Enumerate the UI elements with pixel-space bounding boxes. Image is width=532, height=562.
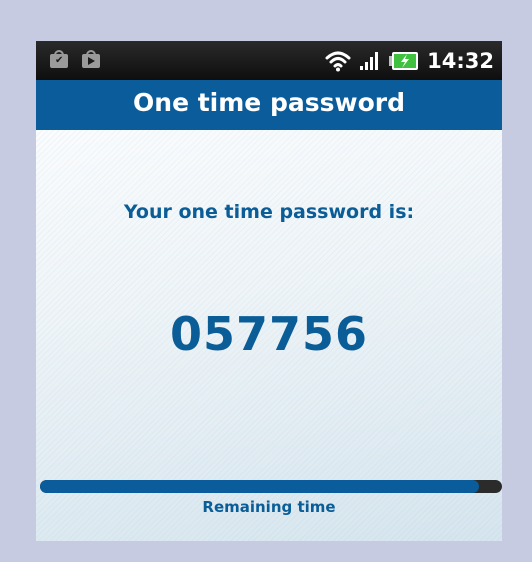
- status-bar: ✔ 14:32: [36, 41, 502, 80]
- battery-charging-icon: [389, 51, 419, 70]
- otp-content: Your one time password is: 057756 Remain…: [36, 130, 502, 541]
- shopping-bag-play-icon: [82, 50, 100, 68]
- shopping-bag-check-icon: ✔: [50, 50, 68, 68]
- status-clock: 14:32: [427, 48, 494, 73]
- screenshot-frame: ✔ 14:32 One time password Your one time …: [0, 0, 532, 562]
- page-title: One time password: [133, 87, 405, 117]
- signal-icon: [360, 51, 379, 70]
- otp-prompt: Your one time password is:: [123, 201, 415, 223]
- wifi-icon: [325, 51, 351, 71]
- remaining-time-label: Remaining time: [202, 498, 336, 516]
- title-bar: One time password: [36, 80, 502, 130]
- otp-code: 057756: [169, 307, 369, 361]
- notification-icons: ✔: [50, 50, 100, 68]
- remaining-time-fill: [40, 480, 479, 493]
- phone-screen: ✔ 14:32 One time password Your one time …: [36, 41, 502, 541]
- system-icons: 14:32: [325, 41, 494, 80]
- remaining-time-bar: [40, 480, 502, 493]
